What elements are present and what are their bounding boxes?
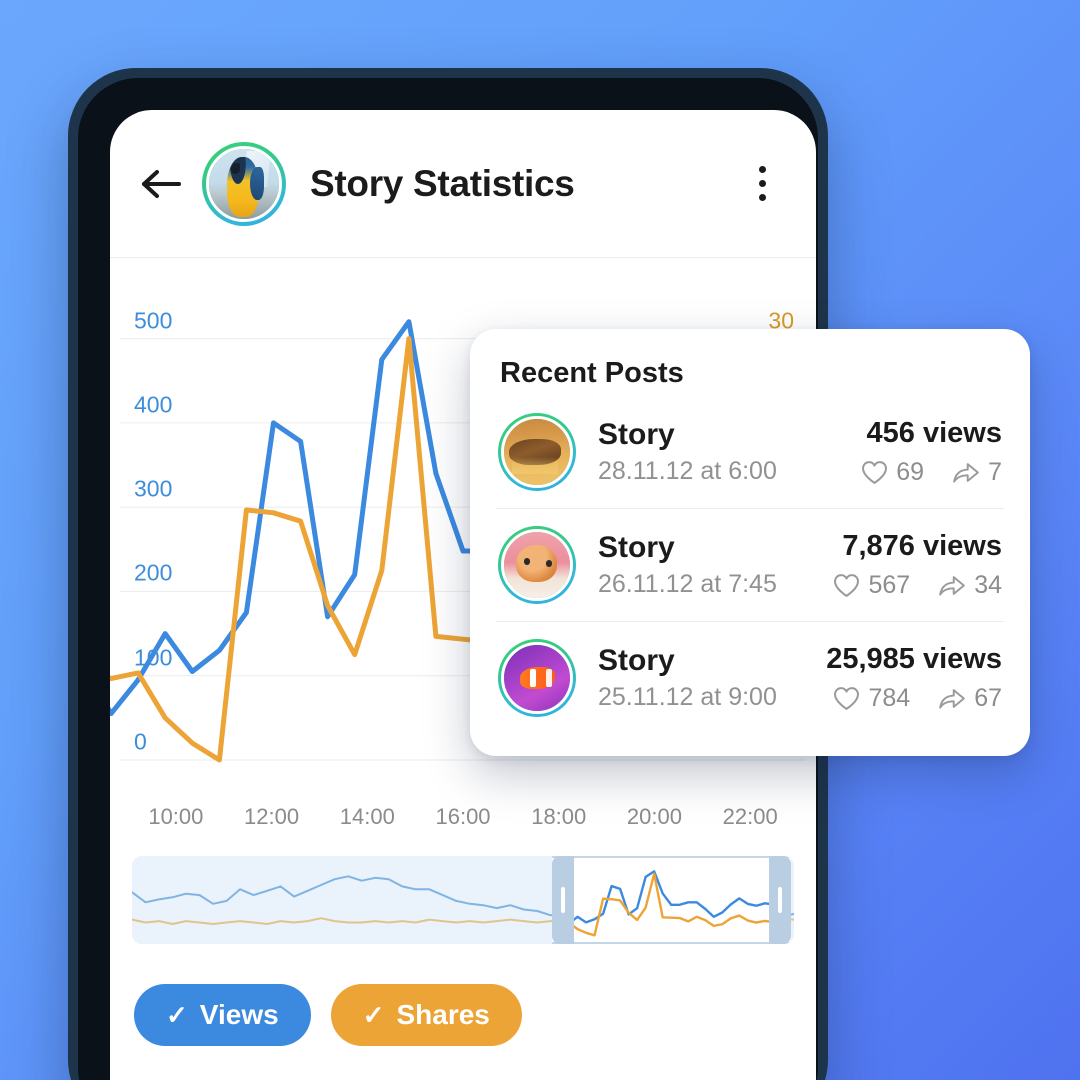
x-axis-tick: 22:00 [722, 804, 778, 829]
check-icon: ✓ [362, 1000, 385, 1030]
legend-chip-label: Shares [396, 999, 490, 1030]
post-likes-count: 69 [896, 458, 925, 486]
x-axis-tick: 16:00 [435, 804, 491, 829]
chart-legend: ✓ Views ✓ Shares [134, 984, 816, 1046]
x-axis-tick: 18:00 [531, 804, 587, 829]
back-button[interactable] [134, 156, 190, 212]
range-window-chart [552, 858, 790, 942]
post-engagement: 567 34 [833, 571, 1002, 600]
post-avatar[interactable] [498, 639, 576, 717]
post-stats: 25,985 views 784 67 [826, 643, 1002, 713]
share-icon-wrap [938, 573, 966, 598]
more-vertical-icon-dot-3 [758, 194, 766, 201]
check-icon: ✓ [166, 1000, 188, 1030]
post-likes-count: 784 [868, 684, 911, 712]
post-shares-count: 34 [974, 571, 1002, 599]
range-handle-right[interactable] [768, 856, 791, 944]
range-series-views [552, 871, 790, 928]
range-window[interactable] [552, 856, 791, 944]
y-axis-left-tick: 400 [134, 391, 173, 418]
recent-posts-list: Story 28.11.12 at 6:00 456 views 69 7 Story 26… [496, 396, 1004, 734]
x-axis-tick: 10:00 [148, 804, 204, 829]
post-main: Story 28.11.12 at 6:00 [598, 418, 853, 487]
post-views-count: 456 views [866, 417, 1002, 449]
recent-post-row[interactable]: Story 25.11.12 at 9:00 25,985 views 784 67 [496, 622, 1004, 734]
post-date: 25.11.12 at 9:00 [598, 683, 777, 712]
legend-chip-shares[interactable]: ✓ Shares [330, 984, 522, 1046]
post-avatar[interactable] [498, 526, 576, 604]
range-handle-left[interactable] [552, 856, 575, 944]
heart-icon [834, 574, 860, 597]
heart-icon-wrap [833, 573, 860, 598]
range-handle-grip [561, 887, 566, 913]
share-icon-wrap [952, 460, 980, 485]
avatar-image [206, 145, 282, 222]
share-arrow-icon [953, 463, 979, 483]
recent-post-row[interactable]: Story 28.11.12 at 6:00 456 views 69 7 [496, 396, 1004, 509]
y-axis-left-tick: 200 [134, 559, 173, 586]
y-axis-left-tick: 0 [134, 728, 147, 755]
clownfish-avatar-icon [504, 645, 570, 711]
heart-icon-wrap [861, 460, 888, 485]
recent-post-row[interactable]: Story 26.11.12 at 7:45 7,876 views 567 34 [496, 509, 1004, 622]
post-title: Story [598, 417, 675, 451]
avatar[interactable] [202, 141, 286, 226]
post-engagement: 784 67 [826, 684, 1002, 713]
post-likes-count: 567 [868, 571, 911, 599]
post-date: 28.11.12 at 6:00 [598, 457, 777, 486]
more-options-button[interactable] [738, 154, 786, 214]
post-views-count: 7,876 views [842, 530, 1002, 562]
app-bar: Story Statistics [110, 110, 816, 258]
legend-chip-label: Views [199, 999, 279, 1030]
chart-range-selector[interactable] [132, 856, 794, 944]
x-axis-tick: 20:00 [626, 804, 682, 829]
parrot-beak [230, 162, 240, 174]
heart-icon [834, 687, 860, 710]
y-axis-left-tick: 500 [134, 307, 173, 334]
post-main: Story 26.11.12 at 7:45 [598, 531, 825, 600]
legend-chip-views[interactable]: ✓ Views [134, 984, 311, 1046]
post-stats: 7,876 views 567 34 [833, 530, 1002, 600]
x-axis-labels: 10:00 12:00 14:00 16:00 18:00 20:00 22:00 [110, 804, 816, 830]
post-main: Story 25.11.12 at 9:00 [598, 644, 818, 713]
post-shares-count: 67 [974, 684, 1002, 712]
post-avatar-image [501, 529, 573, 601]
post-title: Story [598, 643, 675, 677]
page-title: Story Statistics [310, 162, 575, 204]
range-handle-grip [777, 887, 782, 913]
x-axis-tick: 14:00 [339, 804, 395, 829]
share-arrow-icon [939, 689, 966, 709]
y-axis-left-tick: 100 [134, 644, 173, 671]
more-vertical-icon-dot-2 [758, 180, 766, 187]
more-vertical-icon-dot-1 [758, 166, 766, 173]
x-axis-tick: 12:00 [244, 804, 300, 829]
heart-icon-wrap [833, 686, 860, 711]
ginger-cat-avatar-icon [504, 532, 570, 598]
cheetah-avatar-icon [504, 419, 570, 485]
share-arrow-icon [939, 576, 966, 596]
parrot-avatar-icon [209, 148, 279, 219]
post-avatar[interactable] [498, 413, 576, 491]
heart-icon [862, 461, 888, 484]
post-date: 26.11.12 at 7:45 [598, 570, 777, 599]
post-title: Story [598, 530, 675, 564]
recent-posts-title: Recent Posts [500, 357, 684, 389]
post-avatar-image [501, 642, 573, 714]
post-shares-count: 7 [988, 458, 1002, 486]
post-engagement: 69 7 [861, 458, 1002, 487]
y-axis-left-tick: 300 [134, 475, 173, 502]
parrot-wing [249, 166, 264, 201]
post-stats: 456 views 69 7 [861, 417, 1002, 487]
recent-posts-card: Recent Posts Story 28.11.12 at 6:00 456 vi… [470, 329, 1030, 756]
arrow-left-icon [142, 169, 181, 198]
share-icon-wrap [938, 686, 966, 711]
post-views-count: 25,985 views [826, 643, 1002, 675]
post-avatar-image [501, 416, 573, 488]
